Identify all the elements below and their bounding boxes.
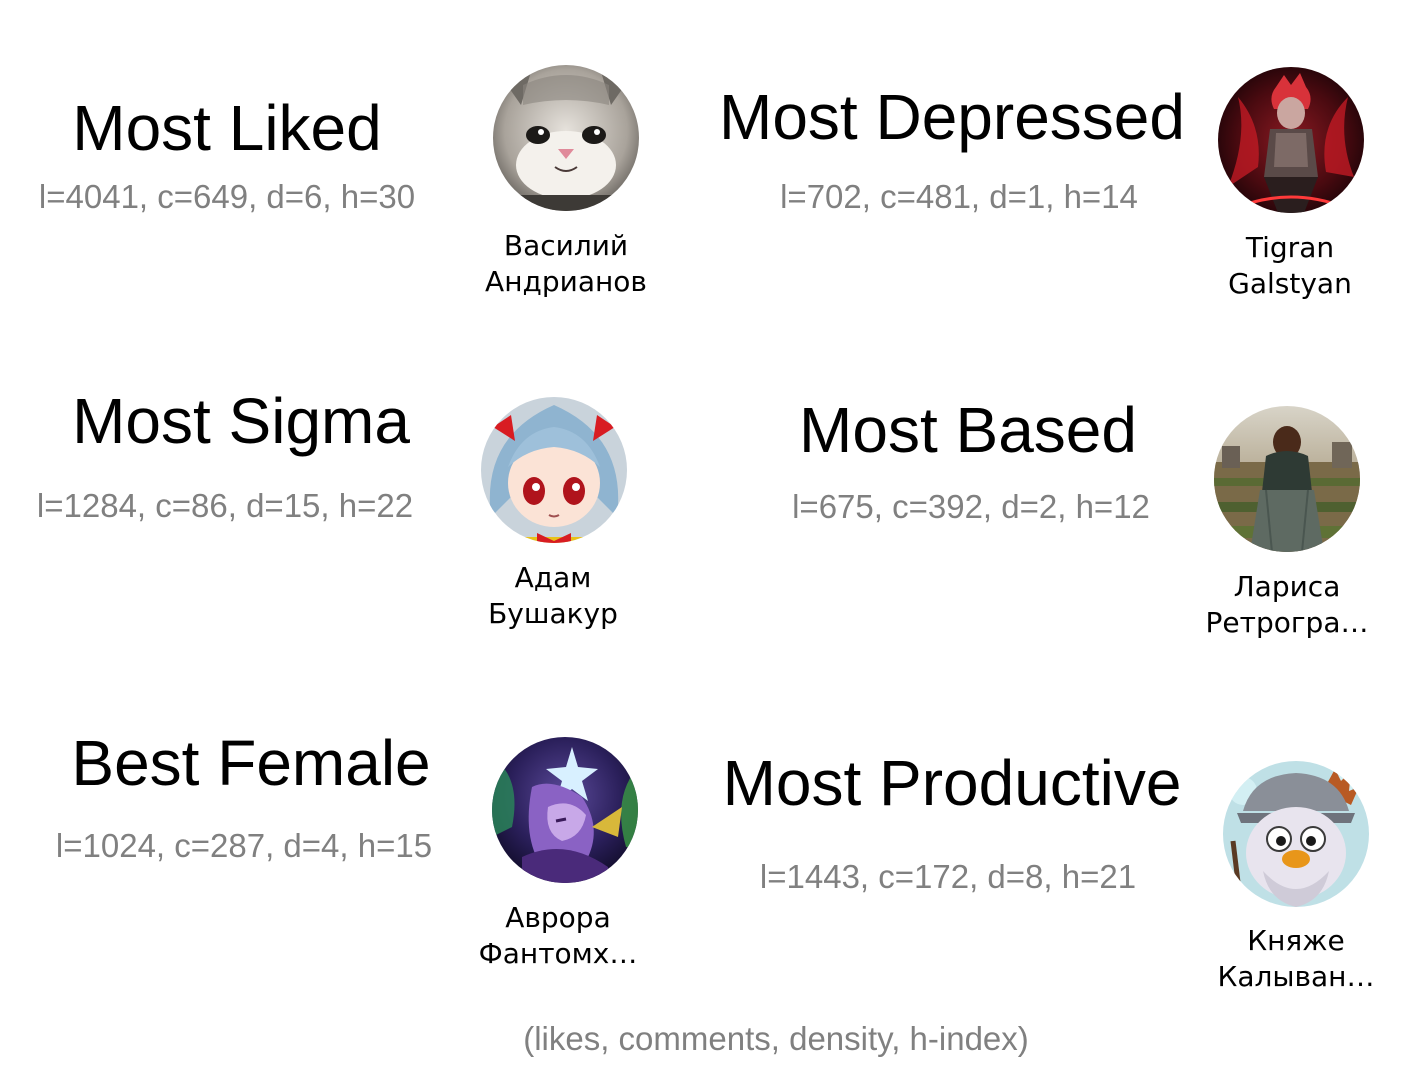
user-last-name: Galstyan: [1228, 267, 1352, 300]
user-name[interactable]: Адам Бушакур: [458, 560, 648, 632]
cat-photo-avatar[interactable]: [493, 65, 639, 211]
user-last-name: Ретрогра…: [1205, 606, 1369, 639]
user-last-name: Андрианов: [485, 265, 647, 298]
award-stats: l=675, c=392, d=2, h=12: [792, 488, 1150, 525]
user-name[interactable]: Tigran Galstyan: [1195, 230, 1385, 302]
user-first-name: Княже: [1247, 924, 1345, 957]
award-stats: l=1284, c=86, d=15, h=22: [36, 487, 414, 524]
award-title-most-based: Most Based: [799, 394, 1137, 466]
award-title-most-liked: Most Liked: [72, 92, 382, 164]
fantasy-character-purple-avatar[interactable]: [492, 737, 638, 883]
person-in-garden-avatar[interactable]: [1214, 406, 1360, 552]
award-title-most-productive: Most Productive: [722, 747, 1182, 819]
user-last-name: Калыван…: [1217, 960, 1375, 993]
user-name[interactable]: Аврора Фантомх…: [463, 900, 653, 972]
award-stats: l=1024, c=287, d=4, h=15: [55, 827, 433, 864]
award-title-most-sigma: Most Sigma: [72, 385, 410, 457]
user-name[interactable]: Василий Андрианов: [471, 228, 661, 300]
user-first-name: Tigran: [1245, 231, 1335, 264]
user-first-name: Аврора: [505, 901, 611, 934]
user-last-name: Фантомх…: [478, 937, 638, 970]
award-stats: l=702, c=481, d=1, h=14: [780, 178, 1138, 215]
user-last-name: Бушакур: [488, 597, 618, 630]
anime-warrior-red-avatar[interactable]: [1218, 67, 1364, 213]
cartoon-wizard-elk-avatar[interactable]: [1223, 761, 1369, 907]
award-stats: l=1443, c=172, d=8, h=21: [759, 858, 1137, 895]
anime-figure-blue-hair-avatar[interactable]: [481, 397, 627, 543]
award-title-most-depressed: Most Depressed: [719, 81, 1185, 153]
award-stats: l=4041, c=649, d=6, h=30: [38, 178, 416, 215]
award-title-best-female: Best Female: [71, 727, 431, 799]
user-first-name: Василий: [503, 229, 629, 262]
metrics-legend: (likes, comments, density, h-index): [523, 1020, 1029, 1057]
user-first-name: Лариса: [1233, 570, 1341, 603]
user-first-name: Адам: [514, 561, 592, 594]
user-name[interactable]: Княже Калыван…: [1201, 923, 1391, 995]
user-name[interactable]: Лариса Ретрогра…: [1192, 569, 1382, 641]
